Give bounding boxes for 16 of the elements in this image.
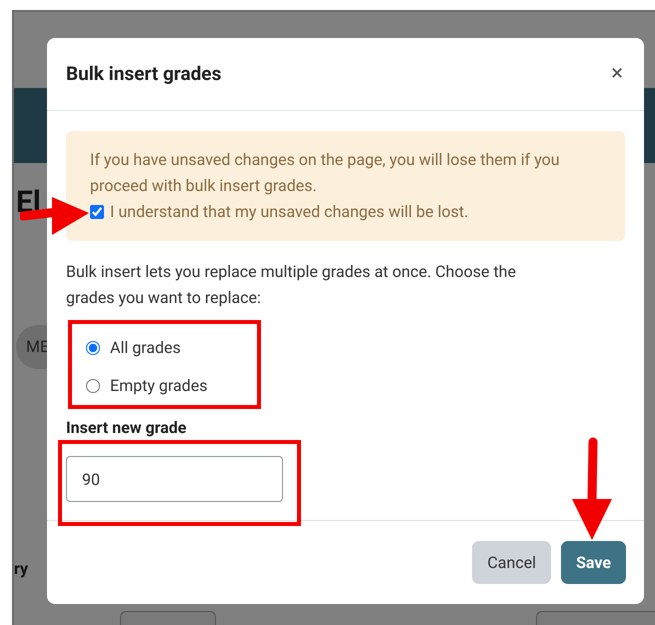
confirm-checkbox[interactable] xyxy=(90,205,104,219)
row-label: ry xyxy=(14,558,28,580)
dialog-title: Bulk insert grades xyxy=(66,60,222,87)
confirm-label: I understand that my unsaved changes will be lost. xyxy=(110,201,468,223)
field-label: Insert new grade xyxy=(66,418,186,437)
radio-button[interactable] xyxy=(86,341,100,355)
option-label: All grades xyxy=(110,337,181,359)
radio-button[interactable] xyxy=(86,379,100,393)
warning-text: If you have unsaved changes on the page, you will lose them if you proceed with bulk insert grades. xyxy=(90,149,561,197)
arrow-down-icon xyxy=(572,438,612,540)
description-text: Bulk insert lets you replace multiple grades at once. Choose the grades you want to replace: xyxy=(66,261,517,309)
option-label: Empty grades xyxy=(110,375,208,397)
grade-input[interactable]: 90 xyxy=(66,456,283,502)
cancel-button[interactable]: Cancel xyxy=(472,541,552,584)
save-button[interactable]: Save xyxy=(561,541,626,584)
close-button[interactable]: × xyxy=(611,63,625,85)
